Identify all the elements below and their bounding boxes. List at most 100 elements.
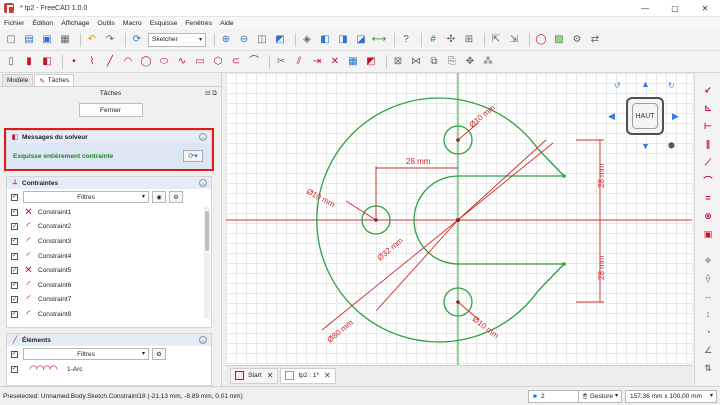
elements-filter-checkbox[interactable]: ✓ [11, 350, 18, 358]
collapse-icon[interactable]: ︿ [199, 179, 207, 187]
tab-start[interactable]: Start ✕ [230, 367, 279, 384]
stop-operation-icon[interactable]: ⇲ [507, 33, 521, 47]
list-item[interactable]: ✓ ◜ Constraint6 [7, 278, 211, 293]
list-item[interactable]: ✓ ◜ Constraint4 [7, 249, 211, 264]
minimize-button[interactable]: — [630, 0, 660, 17]
horizontal-distance-icon[interactable]: ↔ [701, 289, 715, 303]
tab-taches[interactable]: ✎ Tâches [34, 74, 75, 86]
tab-tp2[interactable]: tp2 : 1* ✕ [280, 367, 336, 384]
merge-sketch-icon[interactable]: ⇄ [588, 33, 602, 47]
checkbox[interactable]: ✓ [11, 208, 18, 216]
copy-icon[interactable]: ⎘ [445, 55, 459, 69]
clone-icon[interactable]: ⧉ [427, 55, 441, 69]
trim-icon[interactable]: ✂ [274, 55, 288, 69]
arc-icon[interactable]: ◠ [121, 55, 135, 69]
array-icon[interactable]: ⁂ [481, 55, 495, 69]
list-item[interactable]: ✓ ◜ Constraint3 [7, 234, 211, 249]
close-task-button[interactable]: Fermer [78, 103, 143, 117]
checkbox[interactable]: ✓ [11, 267, 18, 275]
save-icon[interactable]: ▣ [40, 33, 54, 47]
equal-icon[interactable]: = [701, 191, 715, 205]
open-document-icon[interactable]: ▤ [22, 33, 36, 47]
front-view-icon[interactable]: ◧ [318, 33, 332, 47]
checkbox[interactable]: ✓ [11, 281, 18, 289]
close-tab-icon[interactable]: ✕ [324, 371, 331, 380]
isometric-view-icon[interactable]: ◈ [300, 33, 314, 47]
tangent-icon[interactable]: ⌒ [701, 173, 715, 187]
redo-icon[interactable]: ↷ [103, 33, 117, 47]
checkbox[interactable]: ✓ [11, 223, 18, 231]
line-icon[interactable]: ╱ [103, 55, 117, 69]
checkbox[interactable]: ✓ [11, 310, 18, 318]
zoom-fit-icon[interactable]: ⊕ [219, 33, 233, 47]
extend-icon[interactable]: ⇥ [310, 55, 324, 69]
angle-icon[interactable]: ∠ [701, 343, 715, 357]
whats-this-icon[interactable]: ? [399, 33, 413, 47]
dim-vertical-top-28[interactable]: 28 mm [597, 163, 606, 188]
distance-icon[interactable]: ⟠ [701, 271, 715, 285]
nav-up-arrow-icon[interactable]: ▲ [641, 79, 650, 89]
slot-line-top-edge[interactable] [537, 148, 565, 177]
leave-sketch-small-icon[interactable]: ◧ [40, 55, 54, 69]
menu-edition[interactable]: Édition [32, 20, 53, 27]
list-item[interactable]: ✓ ◜ Constraint7 [7, 293, 211, 308]
point-on-object-icon[interactable]: ⊾ [701, 101, 715, 115]
list-item[interactable]: ✓ ◠◠◠◠ 1-Arc [7, 362, 211, 377]
zoom-selection-icon[interactable]: ⊖ [237, 33, 251, 47]
refresh-icon[interactable]: ⟳ [130, 33, 144, 47]
perpendicular-icon[interactable]: ⟋ [701, 155, 715, 169]
3d-view[interactable]: 28 mm Ø10 mm Ø10 mm Ø10 mm Ø32 mm Ø80 mm… [226, 73, 692, 365]
vertical-distance-icon[interactable]: ↕ [701, 307, 715, 321]
elements-filter-select[interactable]: Filtres [23, 348, 149, 360]
external-geometry-icon[interactable]: ✕ [328, 55, 342, 69]
constraints-settings-button[interactable]: ⚙ [169, 191, 183, 203]
maximize-button[interactable]: ▢ [660, 0, 690, 17]
constraints-header[interactable]: ⟂ Contraintes ︿ [7, 177, 211, 189]
dock-icons[interactable]: ⊟ ⧉ [205, 89, 217, 98]
construction-mode-icon[interactable]: ◩ [364, 55, 378, 69]
radius-icon[interactable]: ◔ [701, 325, 715, 339]
checkbox[interactable]: ✓ [11, 252, 18, 260]
elements-header[interactable]: ╱ Éléments ︿ [7, 334, 211, 346]
elements-settings-button[interactable]: ⚙ [152, 348, 166, 360]
collapse-icon[interactable]: ︿ [199, 336, 207, 344]
select-constraints-icon[interactable]: ⊠ [391, 55, 405, 69]
bspline-icon[interactable]: ∿ [175, 55, 189, 69]
symmetric-icon[interactable]: ⊗ [701, 209, 715, 223]
checkbox[interactable]: ✓ [11, 296, 18, 304]
carbon-copy-icon[interactable]: ▦ [346, 55, 360, 69]
right-view-icon[interactable]: ◪ [354, 33, 368, 47]
rotate-ccw-icon[interactable]: ↺ [614, 81, 621, 90]
move-icon[interactable]: ✥ [463, 55, 477, 69]
list-item[interactable]: ✓ ✕ Constraint1 [7, 205, 211, 220]
edit-sketch-icon[interactable]: ▮ [22, 55, 36, 69]
new-document-icon[interactable]: ▢ [4, 33, 18, 47]
point-icon[interactable]: • [67, 55, 81, 69]
toggle-driving-icon[interactable]: ⇅ [701, 361, 715, 375]
grid-toggle-icon[interactable]: # [426, 33, 440, 47]
circle-icon[interactable]: ◯ [139, 55, 153, 69]
slot-icon[interactable]: ⊂ [229, 55, 243, 69]
list-item[interactable]: ✓ ◜ Constraint2 [7, 220, 211, 235]
parallel-icon[interactable]: ∥ [701, 137, 715, 151]
workbench-selector[interactable]: Sketcher [148, 32, 206, 47]
undo-icon[interactable]: ↶ [85, 33, 99, 47]
checkbox[interactable]: ✓ [11, 237, 18, 245]
navigation-cube[interactable]: ▲ ▼ ◀ ▶ ↺ ↻ HAUT ⬢ [608, 79, 682, 157]
conic-icon[interactable]: ⬭ [157, 55, 171, 69]
nav-right-arrow-icon[interactable]: ▶ [672, 111, 679, 122]
tab-modele[interactable]: Modèle [2, 74, 34, 86]
constraints-filter-select[interactable]: Filtres [23, 191, 149, 203]
polygon-icon[interactable]: ⬡ [211, 55, 225, 69]
navigation-style-selector[interactable]: 🖱 Gesture [578, 390, 622, 403]
menu-esquisse[interactable]: Esquisse [150, 20, 178, 27]
menu-affichage[interactable]: Affichage [61, 20, 89, 27]
fillet-icon[interactable]: ⌒ [247, 55, 261, 69]
sketch-view-section-icon[interactable]: ⇱ [489, 33, 503, 47]
nav-down-arrow-icon[interactable]: ▼ [641, 141, 650, 151]
measure-icon[interactable]: ⟷ [372, 33, 386, 47]
rendering-order-icon[interactable]: ⊞ [462, 33, 476, 47]
symmetry-icon[interactable]: ⋈ [409, 55, 423, 69]
constraints-filter-checkbox[interactable]: ✓ [11, 193, 18, 201]
dim-outer-diameter[interactable]: Ø80 mm [326, 318, 356, 345]
